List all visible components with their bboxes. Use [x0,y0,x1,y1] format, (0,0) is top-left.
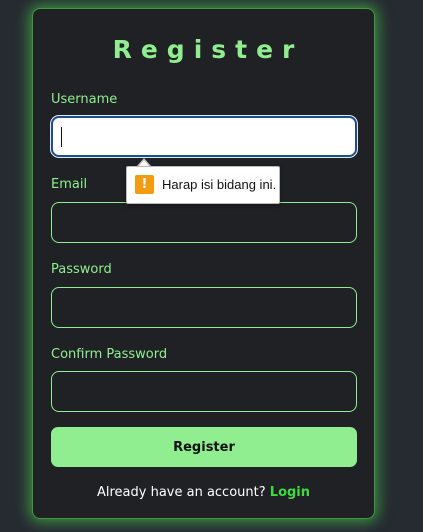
confirm-password-input[interactable] [51,371,357,412]
username-input[interactable] [51,116,357,157]
username-label: Username [51,92,118,107]
text-caret [61,127,62,147]
register-card: Register Username Email Password Confirm… [32,8,375,519]
form-title: Register [112,35,304,64]
login-prompt: Already have an account? Login [33,486,374,499]
login-prompt-text: Already have an account? [96,485,266,500]
validation-tooltip: ! Harap isi bidang ini. [126,166,280,204]
warning-icon: ! [135,175,154,194]
email-label: Email [51,177,88,192]
password-input[interactable] [51,287,357,328]
register-button[interactable]: Register [51,427,357,467]
validation-message: Harap isi bidang ini. [162,177,277,192]
confirm-password-label: Confirm Password [51,347,168,362]
password-label: Password [51,262,112,277]
login-link[interactable]: Login [270,485,310,500]
email-input[interactable] [51,202,357,243]
